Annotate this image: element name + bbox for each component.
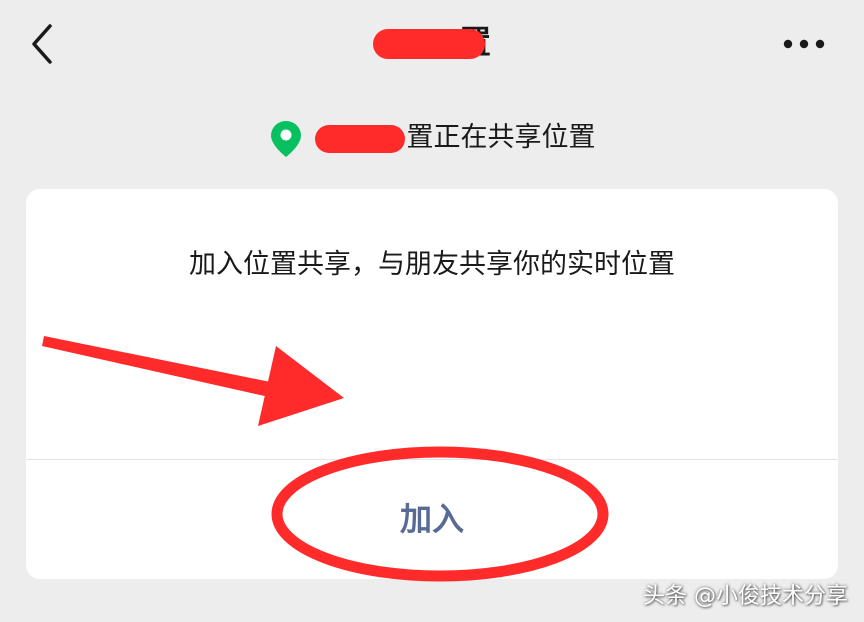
top-nav-bar: 置 (0, 0, 864, 90)
watermark: 头条 @小俊技术分享 (643, 584, 848, 609)
redaction-mark (314, 124, 405, 153)
join-sharing-message: 加入位置共享，与朋友共享你的实时位置 (189, 249, 675, 280)
sharing-status-text: 置正在共享位置 (406, 122, 596, 153)
redaction-mark (372, 29, 485, 59)
join-button[interactable]: 加入 (26, 460, 838, 579)
join-sharing-card: 加入位置共享，与朋友共享你的实时位置 加入 (26, 189, 838, 579)
more-dots-icon (783, 39, 825, 49)
location-pin-icon (269, 119, 303, 159)
sharing-status: 置正在共享位置 (0, 115, 864, 161)
page-title: 置 (0, 18, 864, 66)
more-options-button[interactable] (778, 26, 830, 62)
